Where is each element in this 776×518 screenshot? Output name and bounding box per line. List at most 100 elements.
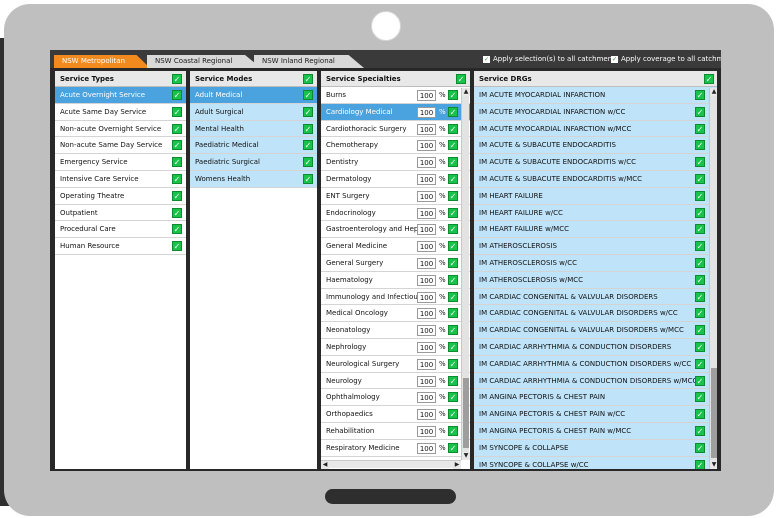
- coverage-percent-input[interactable]: 100: [417, 409, 436, 421]
- checkmark-icon[interactable]: ✓: [695, 90, 705, 100]
- checkmark-icon[interactable]: ✓: [695, 140, 705, 151]
- coverage-percent-input[interactable]: 100: [417, 224, 436, 236]
- checkmark-icon[interactable]: ✓: [695, 375, 705, 386]
- service-specialty-item[interactable]: Cardiothoracic Surgery 100% ✓: [321, 121, 470, 138]
- checkmark-icon[interactable]: ✓: [695, 392, 705, 403]
- service-specialty-item[interactable]: Chemotherapy 100% ✓: [321, 137, 470, 155]
- checkmark-icon[interactable]: ✓: [448, 90, 458, 100]
- service-specialty-item[interactable]: Respiratory Medicine 100% ✓: [321, 440, 470, 457]
- checkmark-icon[interactable]: ✓: [695, 207, 705, 218]
- checkmark-icon[interactable]: ✓: [303, 106, 313, 117]
- service-drg-item[interactable]: IM CARDIAC ARRHYTHMIA & CONDUCTION DISOR…: [474, 372, 717, 390]
- checkmark-icon[interactable]: ✓: [448, 325, 458, 336]
- checkmark-icon[interactable]: ✓: [695, 173, 705, 184]
- checkmark-icon[interactable]: ✓: [448, 341, 458, 352]
- coverage-percent-input[interactable]: 100: [417, 325, 436, 337]
- tab-nsw-metropolitan[interactable]: NSW Metropolitan: [54, 55, 150, 68]
- checkmark-icon[interactable]: ✓: [448, 106, 458, 117]
- service-mode-item[interactable]: Mental Health ✓: [190, 120, 317, 138]
- service-drg-item[interactable]: IM ATHEROSCLEROSIS w/CC ✓: [474, 254, 717, 272]
- service-drg-item[interactable]: IM HEART FAILURE w/CC ✓: [474, 204, 717, 222]
- coverage-percent-input[interactable]: 100: [417, 106, 436, 118]
- service-drg-item[interactable]: IM CARDIAC CONGENITAL & VALVULAR DISORDE…: [474, 288, 717, 306]
- checkmark-icon[interactable]: ✓: [448, 375, 458, 386]
- service-drg-item[interactable]: IM HEART FAILURE w/MCC ✓: [474, 221, 717, 239]
- coverage-percent-input[interactable]: 100: [417, 442, 436, 454]
- coverage-percent-input[interactable]: 100: [417, 257, 436, 269]
- service-drg-item[interactable]: IM SYNCOPE & COLLAPSE ✓: [474, 439, 717, 457]
- tab-nsw-coastal-regional[interactable]: NSW Coastal Regional: [147, 55, 261, 68]
- service-specialty-item[interactable]: Cardiology Medical 100% ✓: [321, 103, 470, 121]
- checkmark-icon[interactable]: ✓: [172, 140, 182, 151]
- service-type-item[interactable]: Intensive Care Service ✓: [55, 171, 186, 188]
- service-drg-item[interactable]: IM ATHEROSCLEROSIS w/MCC ✓: [474, 271, 717, 289]
- service-specialty-item[interactable]: Neonatology 100% ✓: [321, 322, 470, 339]
- service-type-item[interactable]: Operating Theatre ✓: [55, 188, 186, 205]
- arrow-up-icon[interactable]: ▲: [710, 88, 717, 96]
- select-all-checkbox[interactable]: ✓: [172, 74, 182, 84]
- checkmark-icon[interactable]: ✓: [448, 392, 458, 403]
- service-drg-item[interactable]: IM ACUTE & SUBACUTE ENDOCARDITIS w/MCC ✓: [474, 170, 717, 188]
- service-drg-item[interactable]: IM ACUTE MYOCARDIAL INFARCTION w/CC ✓: [474, 103, 717, 121]
- service-specialty-item[interactable]: Neurological Surgery 100% ✓: [321, 356, 470, 373]
- service-drg-item[interactable]: IM ANGINA PECTORIS & CHEST PAIN ✓: [474, 389, 717, 407]
- service-specialty-item[interactable]: Dentistry 100% ✓: [321, 154, 470, 171]
- checkmark-icon[interactable]: ✓: [448, 207, 458, 218]
- coverage-percent-input[interactable]: 100: [417, 425, 436, 437]
- checkmark-icon[interactable]: ✓: [303, 90, 313, 100]
- service-mode-item[interactable]: Womens Health ✓: [190, 170, 317, 188]
- service-mode-item[interactable]: Adult Surgical ✓: [190, 103, 317, 121]
- service-drg-item[interactable]: IM HEART FAILURE ✓: [474, 187, 717, 205]
- checkmark-icon[interactable]: ✓: [172, 190, 182, 201]
- checkmark-icon[interactable]: ✓: [172, 207, 182, 218]
- select-all-checkbox[interactable]: ✓: [303, 74, 313, 84]
- checkmark-icon[interactable]: ✓: [695, 241, 705, 252]
- select-all-checkbox[interactable]: ✓: [456, 74, 466, 84]
- coverage-percent-input[interactable]: 100: [417, 173, 436, 185]
- service-type-item[interactable]: Procedural Care ✓: [55, 221, 186, 239]
- service-mode-item[interactable]: Paediatric Medical ✓: [190, 137, 317, 155]
- checkmark-icon[interactable]: ✓: [695, 224, 705, 235]
- checkmark-icon[interactable]: ✓: [695, 409, 705, 420]
- service-type-item[interactable]: Non-acute Same Day Service ✓: [55, 137, 186, 155]
- checkmark-icon[interactable]: ✓: [303, 140, 313, 151]
- service-type-item[interactable]: Outpatient ✓: [55, 205, 186, 222]
- service-drg-item[interactable]: IM ACUTE MYOCARDIAL INFARCTION ✓: [474, 87, 717, 104]
- checkmark-icon[interactable]: ✓: [695, 190, 705, 201]
- coverage-percent-input[interactable]: 100: [417, 291, 436, 303]
- checkmark-icon[interactable]: ✓: [695, 106, 705, 117]
- apply-coverage-toggle[interactable]: ✓Apply coverage to all catchments: [611, 53, 721, 65]
- checkmark-icon[interactable]: ✓: [448, 190, 458, 201]
- checkbox-icon[interactable]: ✓: [483, 55, 490, 63]
- service-specialty-item[interactable]: Nephrology 100% ✓: [321, 339, 470, 356]
- service-drg-item[interactable]: IM SYNCOPE & COLLAPSE w/CC ✓: [474, 456, 717, 469]
- checkmark-icon[interactable]: ✓: [695, 325, 705, 336]
- checkmark-icon[interactable]: ✓: [448, 224, 458, 235]
- checkmark-icon[interactable]: ✓: [303, 123, 313, 134]
- checkmark-icon[interactable]: ✓: [172, 241, 182, 252]
- coverage-percent-input[interactable]: 100: [417, 241, 436, 253]
- checkmark-icon[interactable]: ✓: [695, 425, 705, 436]
- service-specialty-item[interactable]: Dermatology 100% ✓: [321, 171, 470, 188]
- coverage-percent-input[interactable]: 100: [417, 274, 436, 286]
- home-button[interactable]: [325, 489, 456, 504]
- checkmark-icon[interactable]: ✓: [695, 442, 705, 453]
- scroll-thumb[interactable]: [711, 368, 717, 458]
- service-specialty-item[interactable]: Rehabilitation 100% ✓: [321, 423, 470, 440]
- checkmark-icon[interactable]: ✓: [448, 442, 458, 453]
- checkmark-icon[interactable]: ✓: [695, 308, 705, 319]
- coverage-percent-input[interactable]: 100: [417, 375, 436, 387]
- service-drg-item[interactable]: IM CARDIAC CONGENITAL & VALVULAR DISORDE…: [474, 322, 717, 339]
- service-drg-item[interactable]: IM ANGINA PECTORIS & CHEST PAIN w/MCC ✓: [474, 422, 717, 440]
- service-specialty-item[interactable]: ENT Surgery 100% ✓: [321, 188, 470, 205]
- service-specialty-item[interactable]: Neurology 100% ✓: [321, 373, 470, 390]
- coverage-percent-input[interactable]: 100: [417, 308, 436, 320]
- checkmark-icon[interactable]: ✓: [448, 425, 458, 436]
- coverage-percent-input[interactable]: 100: [417, 392, 436, 404]
- checkmark-icon[interactable]: ✓: [172, 123, 182, 134]
- arrow-right-icon[interactable]: ▶: [453, 461, 461, 469]
- checkmark-icon[interactable]: ✓: [695, 257, 705, 268]
- checkmark-icon[interactable]: ✓: [448, 241, 458, 252]
- service-mode-item[interactable]: Paediatric Surgical ✓: [190, 154, 317, 171]
- coverage-percent-input[interactable]: 100: [417, 157, 436, 169]
